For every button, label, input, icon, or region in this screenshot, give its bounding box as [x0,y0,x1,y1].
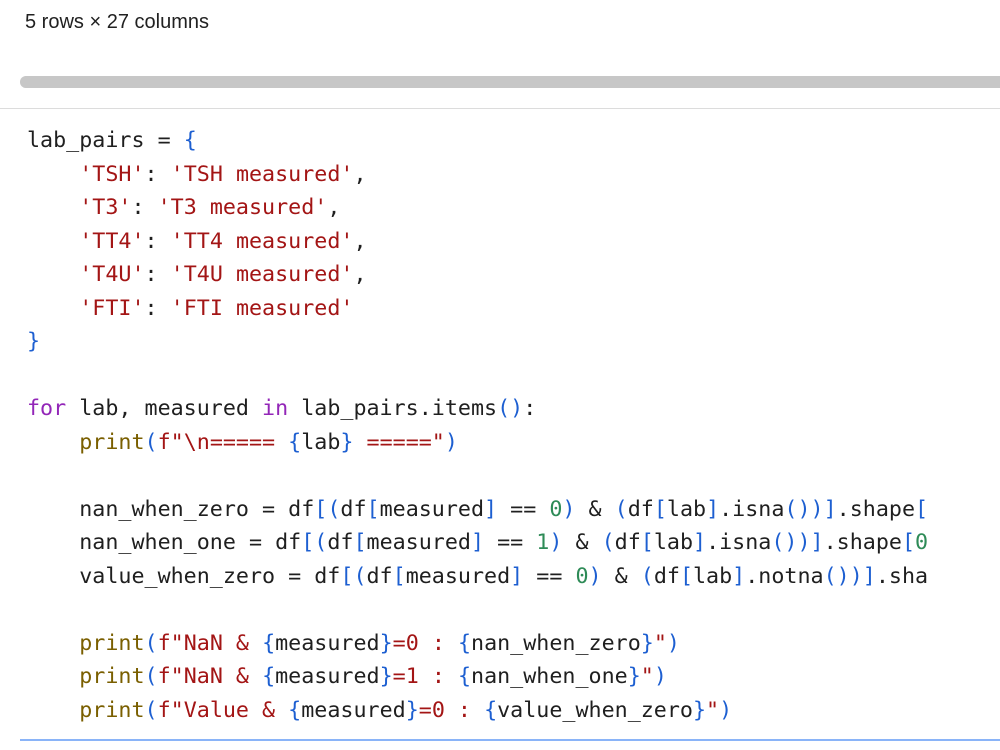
code-cell[interactable]: lab_pairs = { 'TSH': 'TSH measured', 'T3… [0,109,1000,739]
dataframe-output-footer: 5 rows × 27 columns [0,0,1000,108]
scrollbar-thumb[interactable] [20,76,1000,88]
dataframe-shape-info: 5 rows × 27 columns [25,11,209,33]
cell-focus-border [20,739,1000,741]
horizontal-scrollbar[interactable] [20,76,1000,88]
code-editor[interactable]: lab_pairs = { 'TSH': 'TSH measured', 'T3… [27,124,928,727]
cell-gutter-marker [0,135,4,159]
